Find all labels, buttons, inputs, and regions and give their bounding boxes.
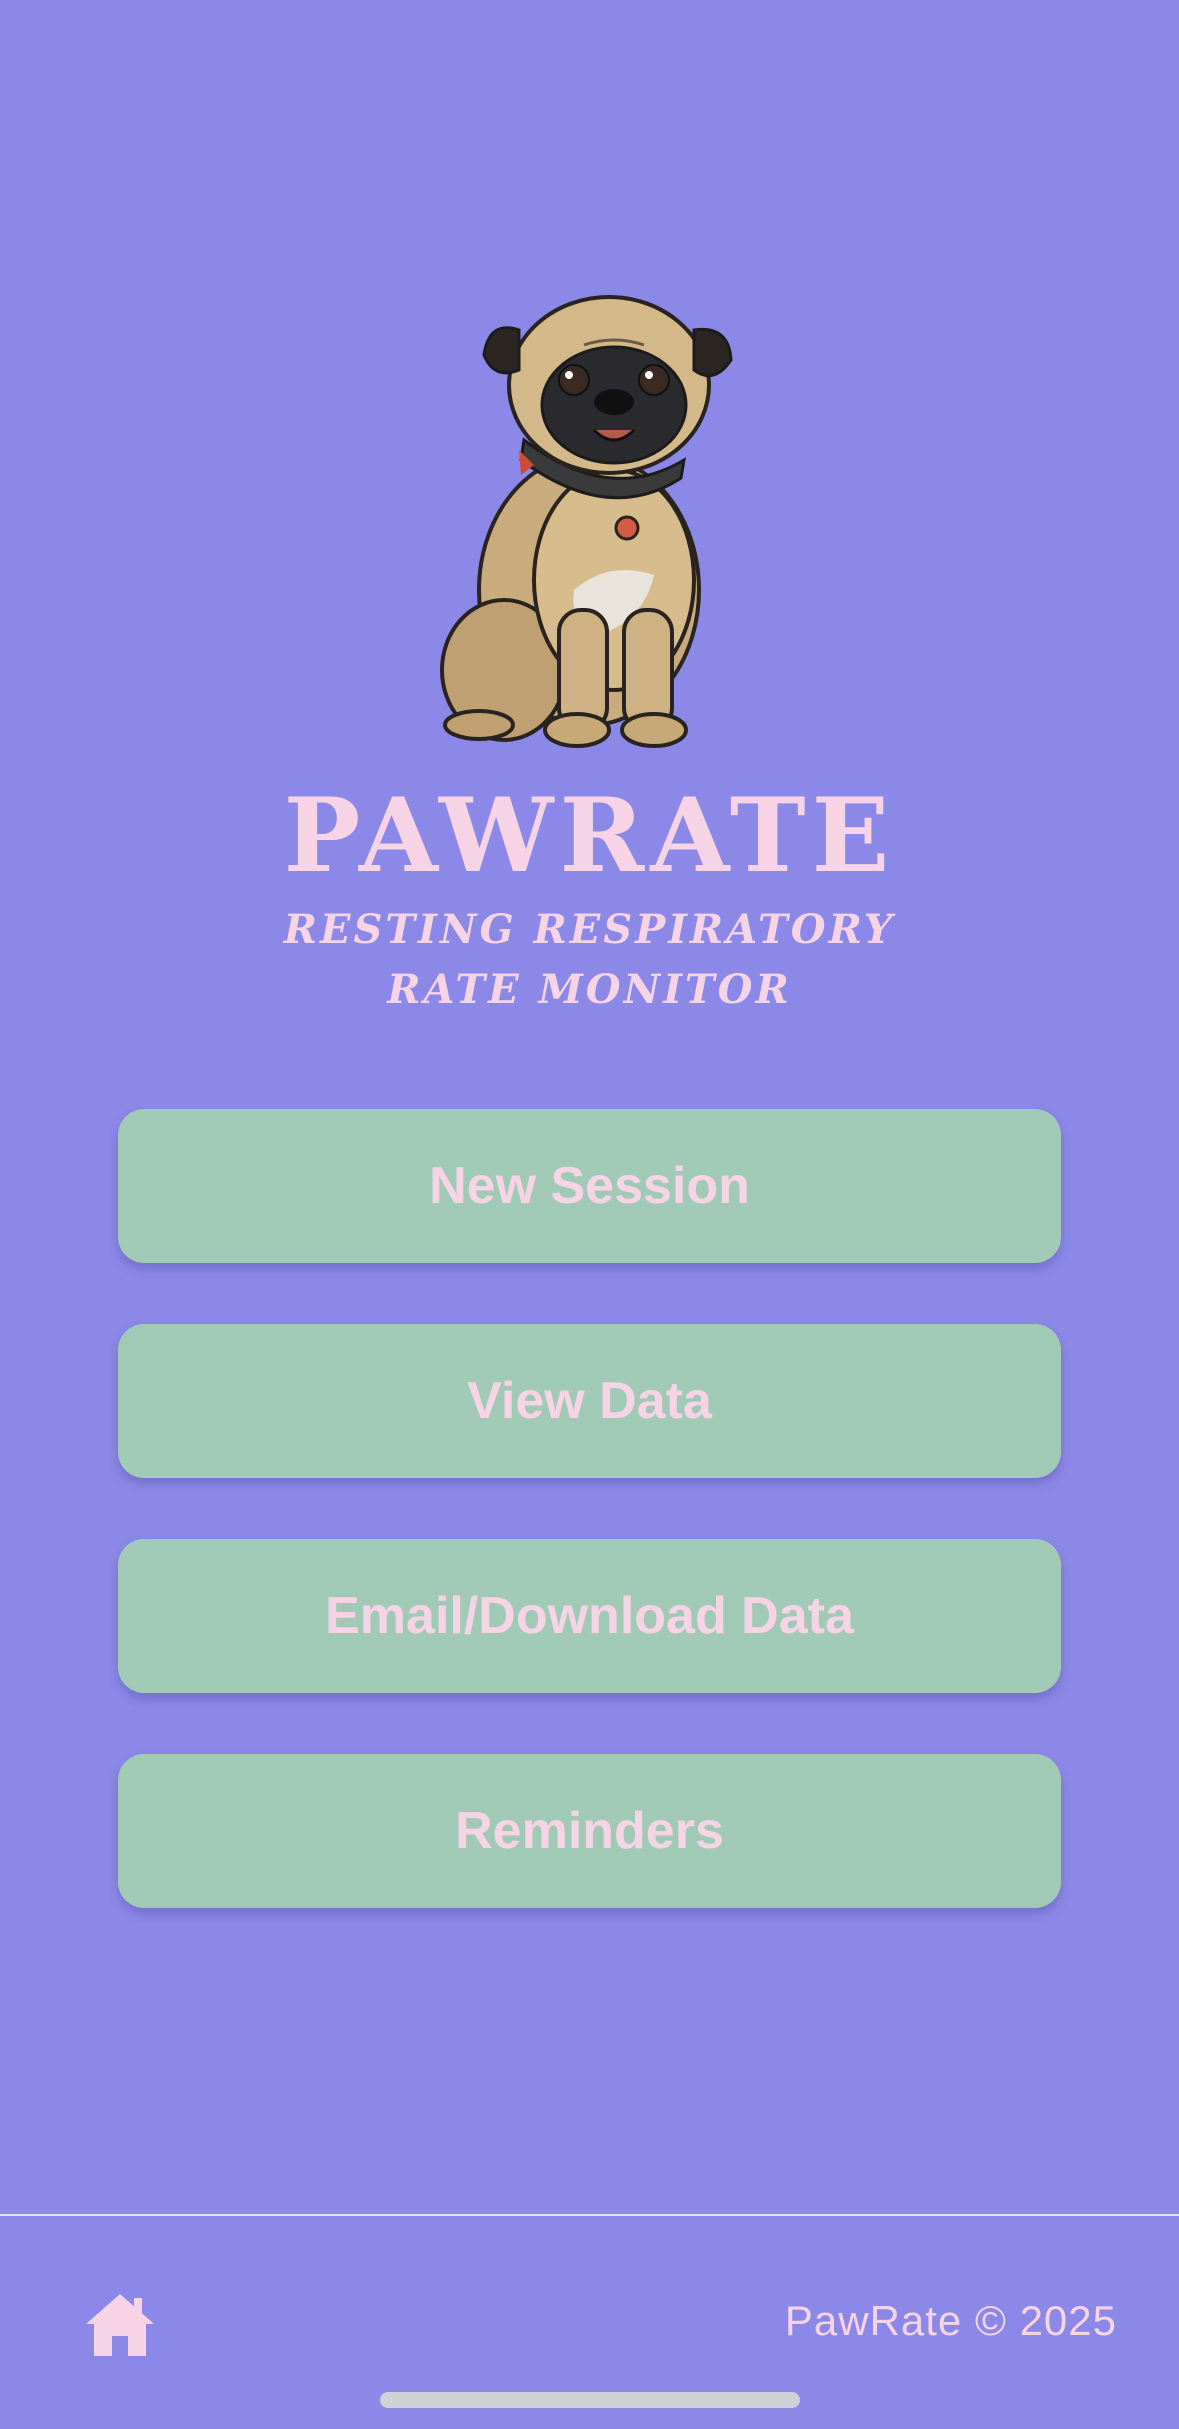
app-subtitle-line2: RATE MONITOR — [387, 966, 792, 1013]
home-indicator-bar — [380, 2392, 800, 2408]
app-subtitle-line1: RESTING RESPIRATORY — [283, 906, 896, 953]
pug-logo-illustration — [409, 290, 769, 760]
copyright-text: PawRate © 2025 — [784, 2297, 1117, 2344]
reminders-button[interactable]: Reminders — [118, 1754, 1061, 1908]
email-download-data-button[interactable]: Email/Download Data — [118, 1539, 1061, 1693]
home-icon[interactable] — [84, 2290, 156, 2358]
new-session-button[interactable]: New Session — [118, 1109, 1061, 1263]
app-title: PAWRATE — [283, 776, 896, 896]
footer-divider — [0, 2214, 1179, 2216]
view-data-button[interactable]: View Data — [118, 1324, 1061, 1478]
